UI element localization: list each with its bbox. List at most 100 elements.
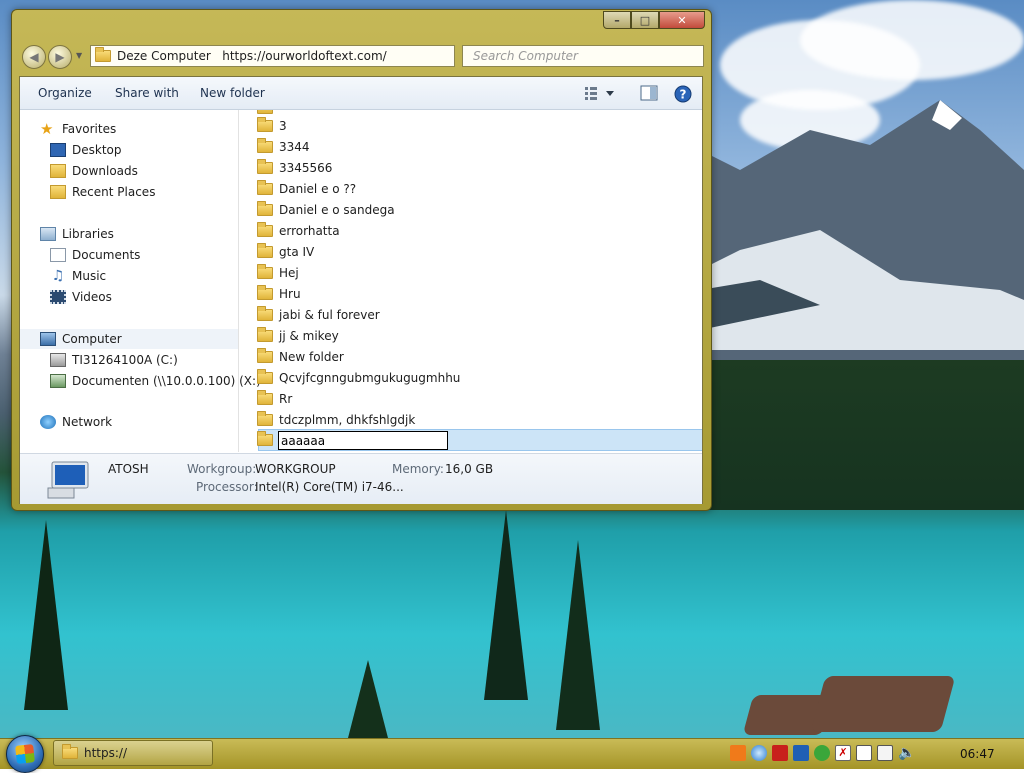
- desktop-icon: [50, 143, 66, 157]
- folder-icon: [257, 201, 273, 216]
- nav-documents[interactable]: Documents: [50, 245, 140, 265]
- recent-places-icon: [50, 185, 66, 199]
- minimize-button[interactable]: –: [603, 11, 631, 29]
- selected-folder: [257, 430, 279, 450]
- nav-libraries[interactable]: Libraries: [40, 224, 114, 244]
- folder-icon: [257, 222, 273, 237]
- nav-drive-x[interactable]: Documenten (\\10.0.0.100) (X:): [50, 371, 261, 391]
- tree-icon: [484, 510, 528, 700]
- nav-favorites[interactable]: ★ Favorites: [40, 119, 116, 139]
- nav-videos[interactable]: Videos: [50, 287, 112, 307]
- folder-icon: [257, 431, 273, 446]
- caption-buttons: – □ ✕: [603, 11, 705, 29]
- address-text: Deze Computer https://ourworldoftext.com…: [117, 49, 387, 63]
- tray-device-icon[interactable]: [856, 745, 872, 761]
- tray-speaker-icon[interactable]: 🔈: [898, 745, 915, 761]
- search-box[interactable]: [462, 45, 704, 67]
- file-row[interactable]: 3: [257, 116, 287, 136]
- nav-network[interactable]: Network: [40, 412, 112, 432]
- computer-monitor-icon: [47, 461, 89, 499]
- windows-logo-icon: [15, 744, 35, 764]
- tray-check-icon[interactable]: [814, 745, 830, 761]
- tree-icon: [348, 660, 388, 738]
- folder-icon: [257, 243, 273, 258]
- processor-value: Intel(R) Core(TM) i7-46...: [255, 480, 404, 494]
- file-row[interactable]: Daniel e o sandega: [257, 200, 395, 220]
- workgroup-label: Workgroup:: [187, 462, 257, 476]
- folder-icon: [257, 264, 273, 279]
- view-options-icon[interactable]: [584, 85, 614, 101]
- forest: [700, 360, 1024, 510]
- help-icon[interactable]: ?: [674, 85, 692, 103]
- file-row[interactable]: 3345566: [257, 158, 332, 178]
- address-bar[interactable]: Deze Computer https://ourworldoftext.com…: [90, 45, 455, 67]
- file-row[interactable]: Hru: [257, 284, 301, 304]
- tray-outlook-icon[interactable]: [793, 745, 809, 761]
- tray-orange-app-icon[interactable]: [730, 745, 746, 761]
- share-with-button[interactable]: Share with: [115, 86, 179, 100]
- computer-name: ATOSH: [108, 462, 149, 476]
- tree-icon: [24, 520, 68, 710]
- file-row[interactable]: Rr: [257, 389, 292, 409]
- folder-icon: [257, 110, 273, 114]
- details-pane: ATOSH Workgroup: WORKGROUP Memory: 16,0 …: [20, 453, 702, 504]
- system-tray: ✗ 🔈: [730, 745, 915, 761]
- tray-red-app-icon[interactable]: [772, 745, 788, 761]
- clock[interactable]: 06:47: [960, 747, 995, 761]
- network-globe-icon: [40, 415, 56, 429]
- documents-icon: [50, 248, 66, 262]
- search-input[interactable]: [471, 48, 703, 64]
- preview-pane-icon[interactable]: [640, 85, 658, 101]
- videos-icon: [50, 290, 66, 304]
- folder-icon: [257, 138, 273, 153]
- folder-icon: [95, 47, 111, 62]
- libraries-icon: [40, 227, 56, 241]
- file-row[interactable]: jj & mikey: [257, 326, 339, 346]
- folder-icon: [62, 744, 78, 759]
- rock: [810, 676, 956, 732]
- svg-text:?: ?: [680, 88, 687, 102]
- organize-button[interactable]: Organize: [38, 86, 92, 100]
- computer-icon: [40, 332, 56, 346]
- tray-action-center-icon[interactable]: ✗: [835, 745, 851, 761]
- memory-label: Memory:: [392, 462, 444, 476]
- file-row[interactable]: errorhatta: [257, 221, 340, 241]
- start-button[interactable]: [6, 735, 44, 773]
- folder-icon: [257, 369, 273, 384]
- file-list: 3 3344 3345566 Daniel e o ?? Daniel e o …: [244, 110, 702, 452]
- folder-icon: [257, 348, 273, 363]
- nav-music[interactable]: ♫ Music: [50, 266, 106, 286]
- tree-icon: [556, 540, 600, 730]
- star-icon: ★: [40, 120, 54, 138]
- mountain-illustration: [700, 100, 1024, 390]
- taskbar-explorer-button[interactable]: https://: [53, 740, 213, 766]
- forward-button[interactable]: ▶: [48, 45, 72, 69]
- file-row[interactable]: Qcvjfcgnngubmgukugugmhhu: [257, 368, 460, 388]
- file-row[interactable]: jabi & ful forever: [257, 305, 380, 325]
- new-folder-button[interactable]: New folder: [200, 86, 265, 100]
- nav-recent-places[interactable]: Recent Places: [50, 182, 155, 202]
- folder-icon: [257, 117, 273, 132]
- tray-network-icon[interactable]: [877, 745, 893, 761]
- file-row[interactable]: gta IV: [257, 242, 314, 262]
- nav-desktop[interactable]: Desktop: [50, 140, 122, 160]
- nav-downloads[interactable]: Downloads: [50, 161, 138, 181]
- nav-drive-c[interactable]: TI31264100A (C:): [50, 350, 178, 370]
- file-row[interactable]: Daniel e o ??: [257, 179, 356, 199]
- close-button[interactable]: ✕: [659, 11, 705, 29]
- back-button[interactable]: ◀: [22, 45, 46, 69]
- tray-globe-icon[interactable]: [751, 745, 767, 761]
- taskbar-button-label: https://: [84, 746, 128, 760]
- folder-icon: [257, 159, 273, 174]
- file-row[interactable]: 3344: [257, 137, 310, 157]
- nav-computer[interactable]: Computer: [20, 329, 238, 349]
- maximize-button[interactable]: □: [631, 11, 659, 29]
- folder-icon: [257, 327, 273, 342]
- recent-pages-dropdown-icon[interactable]: ▼: [76, 51, 82, 60]
- rename-input[interactable]: [278, 431, 448, 450]
- file-row[interactable]: Hej: [257, 263, 299, 283]
- file-row[interactable]: New folder: [257, 347, 344, 367]
- folder-icon: [257, 180, 273, 195]
- workgroup-value: WORKGROUP: [255, 462, 336, 476]
- file-row[interactable]: tdczplmm, dhkfshlgdjk: [257, 410, 415, 430]
